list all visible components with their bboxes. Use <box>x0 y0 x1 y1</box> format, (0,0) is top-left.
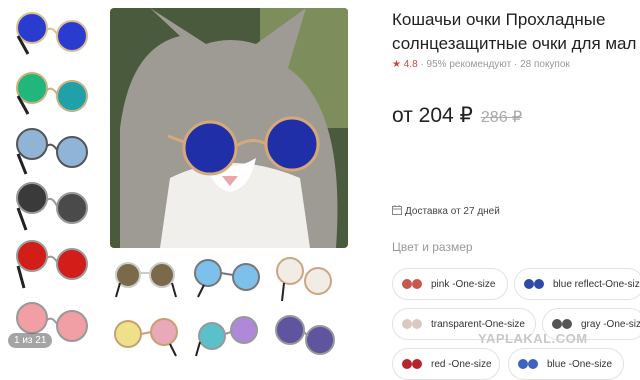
glasses-icon <box>402 319 422 329</box>
variant-label: blue reflect-One-size <box>553 278 640 290</box>
glasses-icon <box>518 359 538 369</box>
thumbnail-purple[interactable] <box>270 310 342 362</box>
product-meta: ★ 4.8 · 95% рекомендуют · 28 покупок <box>392 59 570 70</box>
image-counter: 1 из 21 <box>8 333 53 348</box>
variant-label: red -One-size <box>431 358 492 370</box>
variants-title: Цвет и размер <box>392 240 473 254</box>
watermark: YAPLAKAL.COM <box>478 331 588 346</box>
delivery-info: Доставка от 27 дней <box>392 205 500 217</box>
thumbnail-pink-mirror[interactable] <box>110 312 184 360</box>
main-product-image[interactable] <box>110 8 348 248</box>
old-price: 286 ₽ <box>480 109 523 126</box>
price-block: от 204 ₽ 286 ₽ <box>392 103 522 128</box>
recommend-rate: 95% рекомендуют <box>426 59 512 70</box>
calendar-icon <box>392 205 402 215</box>
thumbnail-red[interactable] <box>6 236 98 296</box>
thumbnail-sky-blue[interactable] <box>190 253 266 301</box>
variant-blue-reflect[interactable]: blue reflect-One-size <box>514 268 640 300</box>
thumbnail-dark-gray[interactable] <box>6 180 98 236</box>
thumbnail-rainbow[interactable] <box>190 312 266 360</box>
purchase-count: 28 покупок <box>520 59 570 70</box>
glasses-icon <box>552 319 572 329</box>
rating[interactable]: ★ 4.8 <box>392 59 418 70</box>
variant-label: blue -One-size <box>547 358 613 370</box>
thumbnail-green-reflect[interactable] <box>6 66 98 122</box>
glasses-icon <box>402 359 422 369</box>
delivery-text: Доставка от 27 дней <box>405 206 500 217</box>
variant-label: pink -One-size <box>431 278 496 290</box>
variant-pink[interactable]: pink -One-size <box>392 268 508 300</box>
variant-blue[interactable]: blue -One-size <box>508 348 624 380</box>
product-title-line-1: Кошачьи очки Прохладные <box>392 10 606 29</box>
variant-label: gray -One-size <box>581 318 640 330</box>
product-title-line-2: солнцезащитные очки для мал <box>392 34 637 53</box>
current-price: от 204 ₽ <box>392 104 473 127</box>
product-title: Кошачьи очки Прохладные солнцезащитные о… <box>392 8 640 56</box>
thumbnail-clear[interactable] <box>270 253 342 305</box>
thumbnail-brown[interactable] <box>110 253 184 301</box>
thumbnail-light-blue[interactable] <box>6 126 98 182</box>
variant-label: transparent-One-size <box>431 318 525 330</box>
variant-red[interactable]: red -One-size <box>392 348 500 380</box>
glasses-icon <box>524 279 544 289</box>
thumbnail-blue-reflect[interactable] <box>6 6 98 62</box>
glasses-icon <box>402 279 422 289</box>
